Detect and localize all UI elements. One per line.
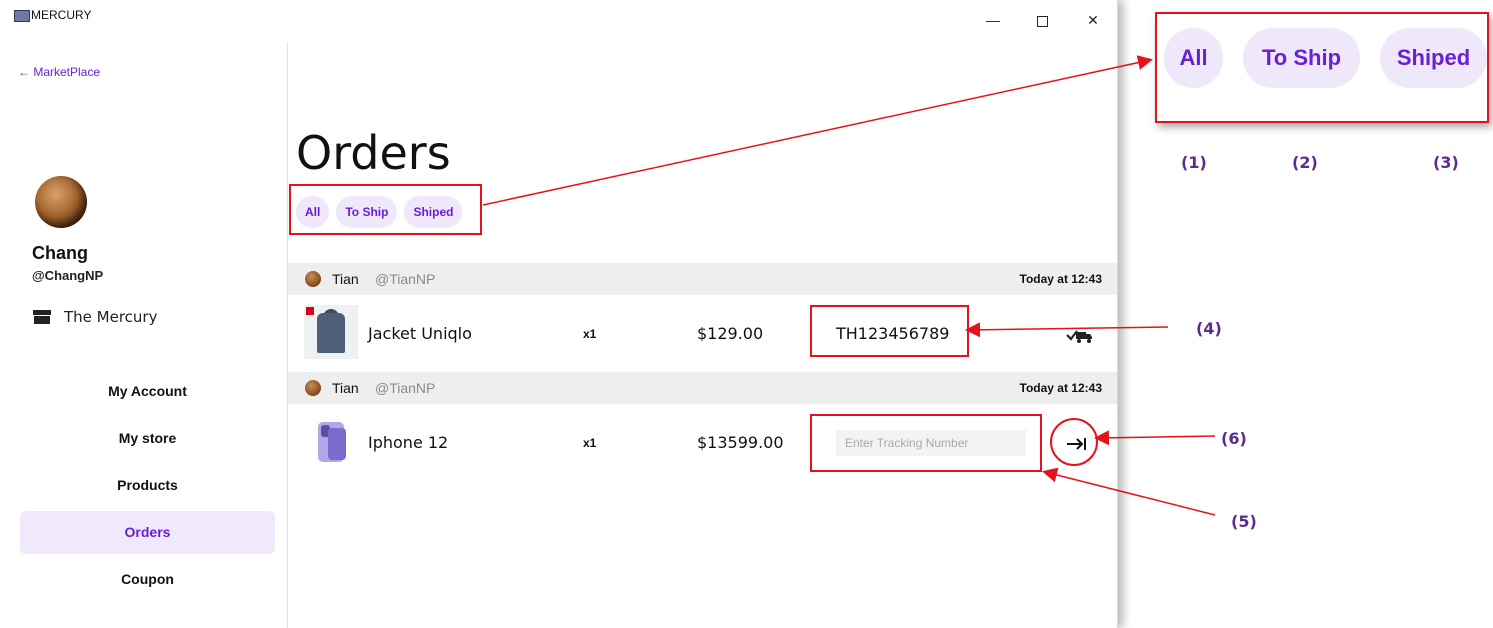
zoom-chip-all: All xyxy=(1164,28,1223,88)
order-header: Tian @TianNP Today at 12:43 xyxy=(288,372,1117,404)
buyer-avatar xyxy=(305,380,321,396)
order-time: Today at 12:43 xyxy=(1019,381,1102,395)
product-name: Jacket Uniqlo xyxy=(368,324,472,343)
sidebar-item-my-account[interactable]: My Account xyxy=(20,370,275,413)
user-handle: @ChangNP xyxy=(32,268,104,283)
highlight-tracking-number xyxy=(810,305,969,357)
callout-label-2: (2) xyxy=(1292,153,1318,172)
product-qty: x1 xyxy=(583,327,597,341)
uniqlo-logo xyxy=(306,307,314,315)
maximize-button[interactable] xyxy=(1027,10,1057,30)
sidebar-item-coupon[interactable]: Coupon xyxy=(20,558,275,601)
highlight-tracking-input xyxy=(810,414,1042,472)
store-icon xyxy=(33,310,51,324)
store-label: The Mercury xyxy=(64,308,158,326)
product-price: $13599.00 xyxy=(697,433,784,452)
buyer-handle: @TianNP xyxy=(375,271,436,287)
zoom-chip-shiped: Shiped xyxy=(1380,28,1487,88)
shipped-truck-icon xyxy=(1066,330,1092,343)
callout-label-6: (6) xyxy=(1221,429,1247,448)
callout-label-1: (1) xyxy=(1181,153,1207,172)
product-name: Iphone 12 xyxy=(368,433,449,452)
title-bar: MERCURY — ✕ xyxy=(0,0,1117,28)
minimize-button[interactable]: — xyxy=(978,10,1008,30)
highlight-filter-chips xyxy=(289,184,482,235)
order-row: Jacket Uniqlo x1 $129.00 TH123456789 xyxy=(288,295,1117,369)
product-price: $129.00 xyxy=(697,324,764,343)
order-header: Tian @TianNP Today at 12:43 xyxy=(288,263,1117,295)
sidebar-nav: My Account My store Products Orders Coup… xyxy=(20,370,275,605)
product-qty: x1 xyxy=(583,436,597,450)
callout-label-5: (5) xyxy=(1231,512,1257,531)
callout-label-3: (3) xyxy=(1433,153,1459,172)
buyer-name: Tian xyxy=(332,271,359,287)
sidebar-item-products[interactable]: Products xyxy=(20,464,275,507)
sidebar-item-orders[interactable]: Orders xyxy=(20,511,275,554)
product-image-iphone xyxy=(314,422,348,462)
highlight-submit-button xyxy=(1050,418,1098,466)
user-avatar xyxy=(35,176,87,228)
window-title: MERCURY xyxy=(31,8,92,22)
buyer-name: Tian xyxy=(332,380,359,396)
buyer-handle: @TianNP xyxy=(375,380,436,396)
sidebar-item-my-store[interactable]: My store xyxy=(20,417,275,460)
product-image-jacket xyxy=(304,305,358,359)
maximize-icon xyxy=(1036,15,1048,27)
user-name: Chang xyxy=(32,243,88,263)
close-button[interactable]: ✕ xyxy=(1078,10,1108,30)
app-icon xyxy=(14,10,30,22)
main-content: Orders All To Ship Shiped Tian @TianNP Tod… xyxy=(288,42,1117,628)
callout-label-4: (4) xyxy=(1196,319,1222,338)
order-time: Today at 12:43 xyxy=(1019,272,1102,286)
back-to-marketplace-link[interactable]: ← MarketPlace xyxy=(18,65,100,79)
zoomed-filter-chips-panel: All To Ship Shiped xyxy=(1155,12,1489,123)
zoom-chip-to-ship: To Ship xyxy=(1243,28,1360,88)
buyer-avatar xyxy=(305,271,321,287)
sidebar: ← MarketPlace Chang @ChangNP The Mercury… xyxy=(0,42,288,628)
page-title: Orders xyxy=(296,126,451,180)
